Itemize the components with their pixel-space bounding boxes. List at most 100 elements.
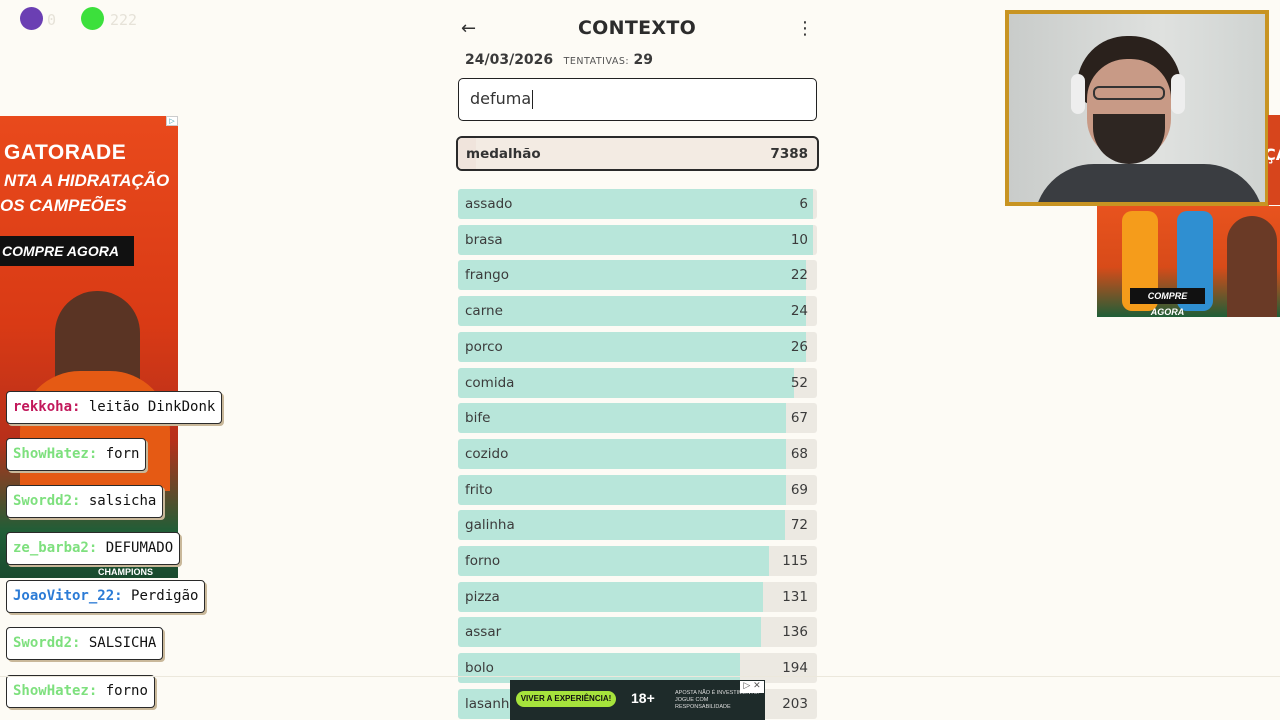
guess-row: galinha 72 [458, 510, 817, 541]
purple-team-icon [20, 7, 43, 30]
ad-tagline-2: OS CAMPEÕES [0, 196, 127, 215]
guess-word: porco [465, 338, 503, 355]
chat-text: forn [105, 446, 140, 462]
guess-input[interactable]: defuma [458, 78, 817, 121]
chat-text: SALSICHA [88, 635, 157, 651]
guess-rank: 194 [782, 660, 808, 677]
chat-username: rekkoha: [13, 399, 81, 415]
guess-word: frito [465, 481, 493, 498]
attempts-count: 29 [633, 52, 654, 68]
game-meta: 24/03/2026 TENTATIVAS: 29 [465, 52, 653, 68]
guess-rank: 6 [799, 196, 808, 212]
guess-input-value: defuma [470, 89, 532, 108]
chat-text: Perdigão [131, 588, 199, 604]
more-menu-icon[interactable]: ⋮ [796, 18, 814, 39]
right-advertisement[interactable]: COMPRE AGORA [1097, 206, 1280, 317]
ad-close-icon[interactable]: ▷ ✕ [740, 681, 764, 693]
guess-similarity-bar [458, 296, 807, 327]
last-guess-word: medalhão [466, 146, 541, 162]
guess-rank: 24 [790, 303, 808, 320]
guess-row: frito 69 [458, 474, 817, 505]
guess-rank: 69 [790, 481, 808, 498]
guess-rank: 115 [782, 553, 808, 569]
ad-experience-button[interactable]: VIVER A EXPERIÊNCIA! [516, 691, 616, 707]
green-team-icon [81, 7, 104, 30]
guess-rank: 10 [790, 231, 808, 248]
ad-athlete-image [1227, 216, 1277, 317]
guess-similarity-bar [458, 474, 787, 505]
last-guess-rank: 7388 [770, 146, 808, 162]
chat-message: Swordd2: salsicha [6, 485, 164, 518]
chat-message: Swordd2: SALSICHA [6, 627, 164, 660]
attempts-label: TENTATIVAS: [563, 56, 630, 67]
guess-row: assado 6 [458, 189, 817, 219]
chat-text: leitão DinkDonk [88, 399, 216, 415]
ad-fine-print: APOSTA NÃO É INVESTIMENTO. JOGUE COM RES… [675, 690, 760, 710]
chat-message: ze_barba2: DEFUMADO [6, 532, 181, 565]
guess-word: comida [465, 374, 515, 391]
guess-similarity-bar [458, 260, 807, 291]
footer-divider [0, 676, 1280, 677]
ad-right-buy-button[interactable]: COMPRE AGORA [1130, 288, 1205, 317]
chat-message: rekkoha: leitão DinkDonk [6, 391, 223, 424]
guess-rank: 67 [790, 410, 808, 427]
ad-footer-text: CHAMPIONS [98, 567, 154, 577]
chat-username: Swordd2: [13, 493, 81, 509]
guess-rank: 136 [782, 624, 808, 641]
chat-text: DEFUMADO [105, 540, 174, 556]
guess-row: assar 136 [458, 617, 817, 648]
guess-word: frango [465, 267, 509, 284]
chat-username: Swordd2: [13, 635, 81, 651]
guess-rank: 131 [782, 588, 808, 605]
guess-similarity-bar [458, 403, 787, 434]
right-edge-advertisement[interactable]: ÇA [1268, 115, 1280, 205]
guess-similarity-bar [458, 617, 762, 648]
guess-row: pizza 131 [458, 581, 817, 612]
guess-row: brasa 10 [458, 224, 817, 255]
chat-username: JoaoVitor_22: [13, 588, 123, 604]
guess-row: comida 52 [458, 367, 817, 398]
guess-similarity-bar [458, 224, 814, 255]
guess-row: frango 22 [458, 260, 817, 291]
guess-similarity-bar [458, 331, 807, 362]
guess-rank: 52 [790, 374, 808, 391]
chat-username: ShowHatez: [13, 446, 98, 462]
guess-row: forno 115 [458, 546, 817, 576]
guess-row: porco 26 [458, 331, 817, 362]
guess-word: carne [465, 303, 503, 320]
back-arrow-icon[interactable]: ← [461, 18, 476, 39]
guess-word: bolo [465, 660, 494, 677]
page-title: CONTEXTO [577, 17, 697, 39]
chat-text: salsicha [88, 493, 157, 509]
guess-similarity-bar [458, 546, 769, 576]
guess-word: assado [465, 196, 513, 212]
text-caret [532, 90, 534, 109]
chat-message: ShowHatez: forn [6, 438, 147, 471]
webcam-person-body [1034, 164, 1264, 202]
chat-username: ze_barba2: [13, 540, 98, 556]
guess-word: forno [465, 553, 501, 569]
ad-brand: GATORADE [4, 141, 127, 164]
guess-row: cozido 68 [458, 438, 817, 469]
last-guess-row: medalhão 7388 [456, 136, 819, 171]
guess-rank: 68 [790, 445, 808, 462]
chat-username: ShowHatez: [13, 683, 98, 699]
ad-buy-button[interactable]: COMPRE AGORA [0, 236, 134, 266]
guess-word: bife [465, 410, 491, 427]
guess-rank: 22 [790, 267, 808, 284]
bottom-advertisement[interactable]: VIVER A EXPERIÊNCIA! 18+ APOSTA NÃO É IN… [510, 680, 765, 720]
headset-left-icon [1071, 74, 1085, 114]
ad-edge-text: ÇA [1268, 145, 1280, 164]
guess-row: carne 24 [458, 296, 817, 327]
green-team-count: 222 [110, 11, 138, 29]
purple-team-count: 0 [47, 11, 57, 29]
guess-rank: 26 [790, 338, 808, 355]
chat-message: ShowHatez: forno [6, 675, 155, 708]
ad-choices-icon[interactable]: ▷ [166, 116, 178, 126]
guess-similarity-bar [458, 581, 764, 612]
guess-row: bife 67 [458, 403, 817, 434]
game-date: 24/03/2026 [465, 52, 554, 68]
ad-tagline-1: NTA A HIDRATAÇÃO [4, 171, 170, 190]
guess-word: galinha [465, 517, 515, 534]
guess-word: pizza [465, 588, 500, 605]
